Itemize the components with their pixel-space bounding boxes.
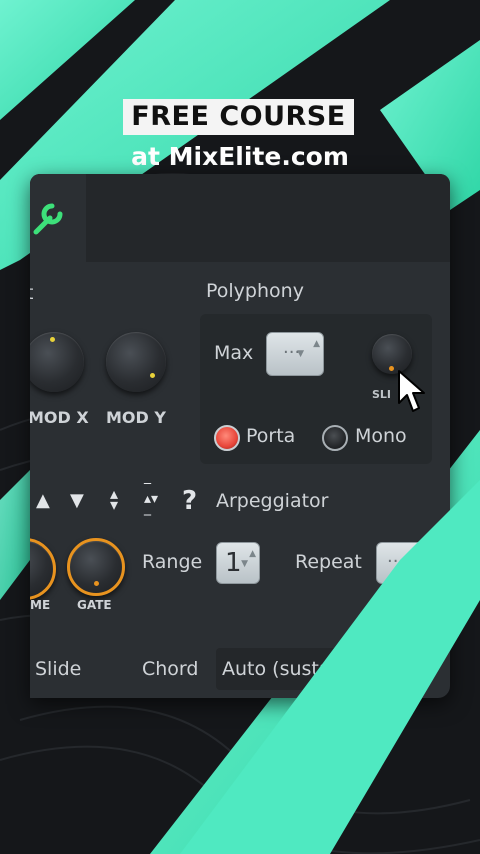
chord-dropdown[interactable]: Auto (sustai — [216, 648, 386, 690]
synth-panel: t MOD X MOD Y Polyphony Max ··· ▲▼ SLI P… — [30, 174, 450, 698]
mono-label: Mono — [355, 425, 407, 447]
arp-up-icon[interactable]: ▲ — [36, 490, 50, 511]
range-value: 1 — [225, 548, 242, 578]
max-label: Max — [214, 342, 254, 364]
spinner-arrows-icon: ▲ ▼ — [297, 339, 320, 359]
range-label: Range — [142, 551, 203, 573]
mod-x-knob[interactable] — [30, 332, 84, 392]
mod-y-label: MOD Y — [106, 408, 166, 427]
range-spinner[interactable]: 1 ▲ ▼ — [216, 542, 260, 584]
polyphony-title: Polyphony — [206, 280, 304, 302]
settings-tab[interactable] — [30, 174, 86, 262]
mod-x-label: MOD X — [30, 408, 89, 427]
slide-knob-label: SLI — [372, 388, 392, 401]
gate-knob-label: GATE — [77, 598, 112, 612]
arp-down-icon[interactable]: ▼ — [70, 490, 84, 511]
knob-indicator — [389, 366, 394, 371]
time-knob[interactable] — [30, 538, 56, 600]
repeat-spinner[interactable]: ··· — [376, 542, 432, 584]
max-voices-spinner[interactable]: ··· ▲ ▼ — [266, 332, 324, 376]
repeat-label: Repeat — [295, 551, 362, 573]
mod-y-knob[interactable] — [106, 332, 166, 392]
porta-label: Porta — [246, 425, 296, 447]
panel-toolbar — [30, 174, 450, 262]
chord-label: Chord — [142, 658, 199, 680]
wrench-icon — [33, 203, 63, 235]
knob-indicator — [94, 581, 99, 586]
time-knob-label: ME — [30, 598, 51, 612]
arp-up-down-icon[interactable]: ▴ ▾ — [110, 486, 118, 513]
arpeggiator-title: Arpeggiator — [216, 490, 329, 512]
slide-label: Slide — [35, 658, 82, 680]
slide-knob[interactable] — [372, 334, 412, 374]
banner-title: FREE COURSE — [123, 99, 354, 135]
mouse-cursor-icon — [398, 370, 425, 412]
banner-subtitle: at MixElite.com — [131, 142, 349, 171]
chord-value: Auto (sustai — [222, 658, 336, 680]
knob-indicator — [150, 373, 155, 378]
section-title-fragment: t — [30, 282, 33, 304]
porta-radio[interactable] — [214, 425, 240, 451]
mono-radio[interactable] — [322, 425, 348, 451]
spinner-arrows-icon: ▲ ▼ — [241, 549, 256, 569]
repeat-value: ··· — [387, 551, 405, 572]
arp-expand-icon[interactable]: ‾ ▴▾ _ — [144, 483, 158, 515]
help-icon[interactable]: ? — [182, 486, 197, 516]
knob-indicator — [50, 337, 55, 342]
gate-knob[interactable] — [67, 538, 125, 596]
